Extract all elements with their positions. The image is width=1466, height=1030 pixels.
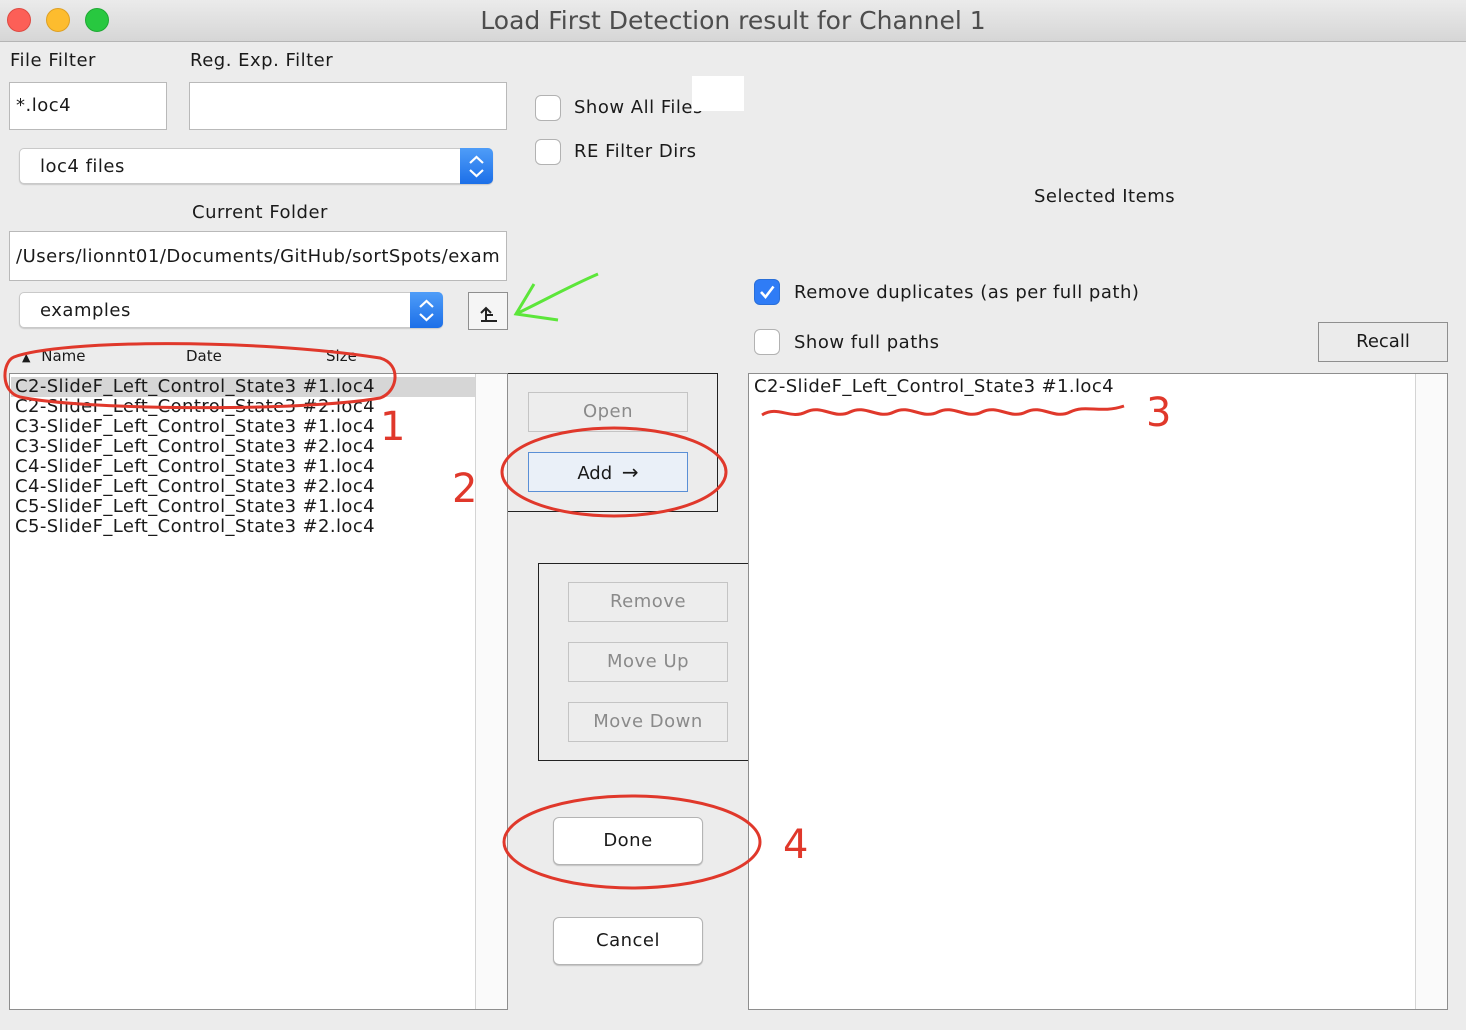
- add-button[interactable]: Add →: [528, 452, 688, 492]
- remove-duplicates-checkbox[interactable]: [754, 279, 780, 305]
- list-item[interactable]: C3-SlideF_Left_Control_State3 #2.loc4: [11, 437, 475, 457]
- show-all-files-checkbox[interactable]: [535, 95, 561, 121]
- selected-list-item[interactable]: C2-SlideF_Left_Control_State3 #1.loc4: [750, 377, 1410, 397]
- list-item[interactable]: C4-SlideF_Left_Control_State3 #2.loc4: [11, 477, 475, 497]
- date-column-header[interactable]: Date: [186, 347, 222, 365]
- selected-items-header: Selected Items: [1034, 186, 1176, 207]
- name-column-header[interactable]: ▲ Name: [22, 347, 86, 365]
- list-item[interactable]: C2-SlideF_Left_Control_State3 #2.loc4: [11, 397, 475, 417]
- list-item[interactable]: C5-SlideF_Left_Control_State3 #1.loc4: [11, 497, 475, 517]
- checkmark-icon: [760, 285, 775, 300]
- re-filter-dirs-checkbox[interactable]: [535, 139, 561, 165]
- selected-list-scrollbar[interactable]: [1416, 374, 1447, 1009]
- move-up-button[interactable]: Move Up: [568, 642, 728, 682]
- window-title: Load First Detection result for Channel …: [480, 6, 986, 35]
- file-filter-input[interactable]: *.loc4: [9, 82, 167, 130]
- file-type-dropdown[interactable]: loc4 files: [19, 148, 493, 184]
- remove-button[interactable]: Remove: [568, 582, 728, 622]
- re-filter-dirs-label: RE Filter Dirs: [574, 141, 697, 162]
- list-item[interactable]: C3-SlideF_Left_Control_State3 #1.loc4: [11, 417, 475, 437]
- annotation-green-arrow-head: [513, 283, 559, 322]
- move-down-button[interactable]: Move Down: [568, 702, 728, 742]
- done-button[interactable]: Done: [553, 817, 703, 865]
- size-column-header[interactable]: Size: [326, 347, 357, 365]
- folder-dropdown[interactable]: examples: [19, 292, 443, 328]
- current-folder-path[interactable]: /Users/lionnt01/Documents/GitHub/sortSpo…: [9, 231, 507, 281]
- selected-items-list[interactable]: C2-SlideF_Left_Control_State3 #1.loc4: [748, 373, 1448, 1010]
- show-full-paths-checkbox[interactable]: [754, 329, 780, 355]
- show-full-paths-label: Show full paths: [794, 332, 940, 353]
- list-item[interactable]: C5-SlideF_Left_Control_State3 #2.loc4: [11, 517, 475, 537]
- folder-selected: examples: [40, 300, 131, 321]
- chevron-updown-icon: [410, 292, 443, 328]
- file-type-selected: loc4 files: [40, 156, 125, 177]
- show-all-files-label: Show All Files: [574, 97, 703, 118]
- current-folder-label: Current Folder: [192, 202, 328, 223]
- file-filter-label: File Filter: [10, 50, 96, 71]
- open-button[interactable]: Open: [528, 392, 688, 432]
- up-folder-icon: [480, 306, 497, 322]
- chevron-updown-icon: [460, 148, 493, 184]
- cancel-button[interactable]: Cancel: [553, 917, 703, 965]
- parent-folder-button[interactable]: [468, 292, 508, 330]
- file-list-scrollbar[interactable]: [476, 374, 507, 1009]
- file-list[interactable]: C2-SlideF_Left_Control_State3 #1.loc4 C2…: [9, 373, 508, 1010]
- recall-button[interactable]: Recall: [1318, 322, 1448, 362]
- arrow-right-icon: →: [621, 460, 639, 484]
- add-button-label: Add: [577, 463, 613, 484]
- blank-patch: [692, 76, 744, 111]
- sort-ascending-icon: ▲: [22, 351, 31, 364]
- annotation-green-arrow-shaft: [515, 272, 599, 316]
- regexp-filter-input[interactable]: [189, 82, 507, 130]
- title-bar: Load First Detection result for Channel …: [0, 0, 1466, 42]
- list-item[interactable]: C2-SlideF_Left_Control_State3 #1.loc4: [11, 377, 475, 397]
- regexp-filter-label: Reg. Exp. Filter: [190, 50, 334, 71]
- list-item[interactable]: C4-SlideF_Left_Control_State3 #1.loc4: [11, 457, 475, 477]
- remove-duplicates-label: Remove duplicates (as per full path): [794, 282, 1140, 303]
